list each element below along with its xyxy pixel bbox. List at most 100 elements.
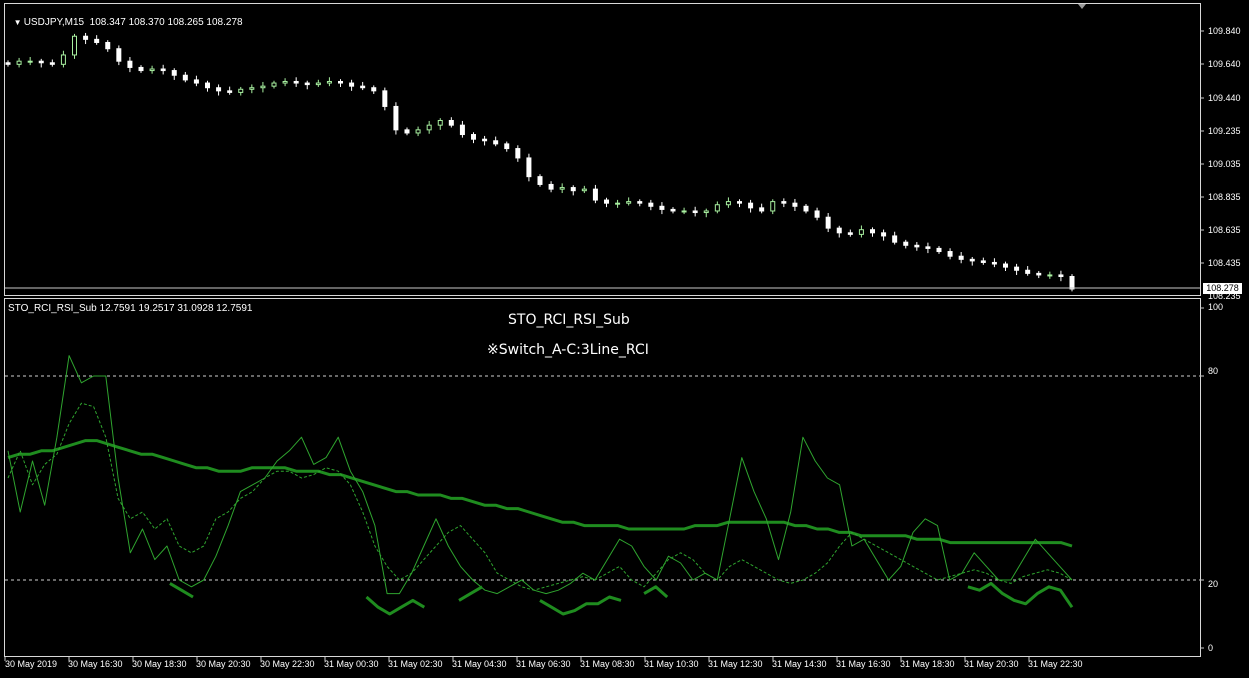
bear-candle [836, 227, 842, 234]
bear-candle [925, 246, 931, 249]
price-label: 109.035 [1208, 159, 1241, 169]
bear-candle [991, 261, 997, 265]
bull-candle [725, 201, 731, 206]
rci-short-line [7, 355, 1073, 595]
bear-candle [448, 119, 454, 126]
bear-candle [471, 134, 476, 140]
time-label: 31 May 20:30 [964, 659, 1019, 669]
bear-candle [570, 187, 576, 192]
bear-candle [404, 129, 410, 134]
bull-candle [271, 82, 277, 87]
bear-candle [304, 82, 310, 86]
bear-candle [1069, 275, 1075, 290]
bear-candle [83, 35, 89, 40]
price-label: 109.840 [1208, 26, 1241, 36]
time-label: 30 May 2019 [5, 659, 58, 669]
bull-candle [615, 202, 621, 205]
bull-candle [16, 60, 22, 65]
bear-candle [803, 205, 809, 212]
time-label: 30 May 20:30 [196, 659, 251, 669]
bear-candle [349, 82, 355, 87]
bear-candle [116, 48, 122, 62]
bear-candle [382, 90, 388, 107]
bear-candle [592, 188, 598, 201]
bear-candle [537, 176, 543, 185]
bear-candle [604, 199, 609, 204]
bear-candle [903, 241, 909, 246]
bull-candle [249, 87, 255, 90]
bear-candle [1014, 266, 1020, 271]
bear-candle [160, 68, 166, 72]
bull-candle [626, 201, 632, 204]
bear-candle [759, 207, 765, 212]
bear-candle [825, 216, 831, 229]
bull-candle [260, 85, 266, 89]
bull-candle [315, 82, 321, 86]
chart-canvas[interactable] [0, 0, 1249, 678]
bear-candle [637, 201, 643, 204]
bull-candle [703, 210, 709, 214]
bear-candle [958, 255, 964, 260]
bear-candle [493, 140, 499, 145]
bear-candle [947, 251, 953, 257]
bear-candle [504, 143, 510, 150]
bear-candle [182, 74, 188, 81]
bear-candle [482, 138, 488, 142]
bear-candle [814, 210, 820, 218]
bull-candle [437, 119, 443, 126]
bull-candle [581, 188, 587, 192]
indicator-level-label: 100 [1208, 302, 1224, 312]
bear-candle [892, 235, 898, 243]
time-label: 31 May 10:30 [644, 659, 699, 669]
bull-candle [1047, 274, 1053, 277]
bull-candle [681, 210, 687, 213]
main-chart-title: ▼ USDJPY,M15 108.347 108.370 108.265 108… [13, 17, 243, 28]
bull-candle [415, 129, 421, 134]
bear-candle [881, 232, 887, 237]
bull-candle [149, 68, 155, 72]
time-label: 31 May 22:30 [1028, 659, 1083, 669]
rci-oversold-segment [169, 581, 1074, 616]
time-label: 30 May 18:30 [132, 659, 187, 669]
bear-candle [94, 38, 100, 43]
bear-candle [193, 79, 199, 84]
bear-candle [360, 85, 366, 89]
bull-candle [858, 229, 864, 235]
bear-candle [1003, 263, 1008, 268]
indicator-level-label: 80 [1208, 366, 1219, 376]
bear-candle [1036, 272, 1042, 276]
bear-candle [127, 60, 133, 68]
bear-candle [371, 87, 377, 92]
bull-candle [770, 201, 776, 212]
indicator-title: STO_RCI_RSI_Sub 12.7591 19.2517 31.0928 … [8, 303, 253, 314]
bear-candle [216, 87, 222, 92]
bear-candle [526, 157, 532, 178]
bear-candle [748, 202, 754, 209]
bear-candle [659, 205, 665, 210]
time-label: 31 May 14:30 [772, 659, 827, 669]
indicator-level-label: 0 [1208, 643, 1214, 653]
bull-candle [559, 187, 565, 190]
price-label: 108.635 [1208, 225, 1241, 235]
bear-candle [38, 60, 44, 64]
bear-candle [870, 229, 875, 234]
bear-candle [105, 41, 111, 50]
bull-candle [72, 35, 77, 56]
bear-candle [205, 82, 210, 89]
time-label: 31 May 16:30 [836, 659, 891, 669]
price-label: 109.640 [1208, 59, 1241, 69]
bear-candle [980, 260, 986, 263]
time-label: 31 May 06:30 [516, 659, 571, 669]
bull-candle [426, 124, 432, 131]
time-label: 31 May 00:30 [324, 659, 379, 669]
bear-candle [781, 201, 787, 204]
bear-candle [1025, 269, 1031, 274]
bear-candle [548, 183, 554, 190]
time-label: 31 May 12:30 [708, 659, 763, 669]
bear-candle [648, 202, 654, 207]
time-label: 31 May 08:30 [580, 659, 635, 669]
bear-candle [5, 62, 11, 65]
bear-candle [459, 124, 465, 136]
time-label: 30 May 16:30 [68, 659, 123, 669]
dropdown-triangle-icon[interactable]: ▼ [14, 18, 24, 27]
